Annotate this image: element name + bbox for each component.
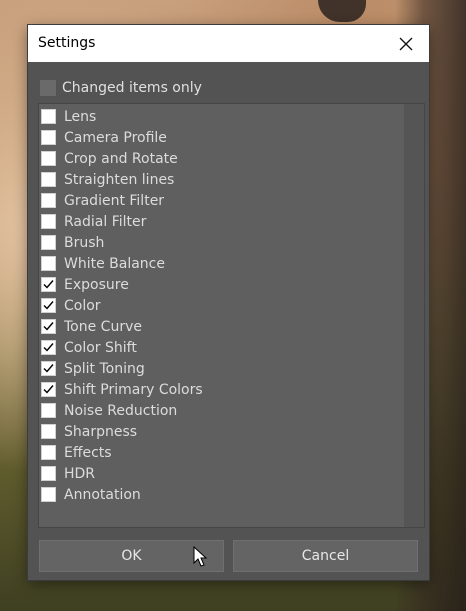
item-checkbox[interactable] (41, 466, 56, 481)
item-label: Crop and Rotate (64, 150, 178, 167)
item-checkbox[interactable] (41, 487, 56, 502)
item-checkbox[interactable] (41, 340, 56, 355)
item-checkbox[interactable] (41, 214, 56, 229)
item-label: Exposure (64, 276, 129, 293)
item-checkbox[interactable] (41, 298, 56, 313)
close-icon (399, 37, 413, 50)
changed-items-only-row[interactable]: Changed items only (40, 79, 202, 97)
list-item[interactable]: Color Shift (41, 337, 137, 358)
list-scrollbar[interactable] (404, 104, 424, 527)
item-checkbox[interactable] (41, 445, 56, 460)
item-label: Split Toning (64, 360, 145, 377)
mouse-cursor-icon (193, 546, 208, 567)
list-item[interactable]: Crop and Rotate (41, 148, 178, 169)
settings-dialog: Settings Changed items only Lens Camera P… (28, 25, 429, 580)
item-label: Effects (64, 444, 112, 461)
list-item[interactable]: Noise Reduction (41, 400, 177, 421)
list-item[interactable]: Radial Filter (41, 211, 146, 232)
item-label: HDR (64, 465, 96, 482)
item-label: Straighten lines (64, 171, 175, 188)
list-item[interactable]: Exposure (41, 274, 129, 295)
item-label: Tone Curve (64, 318, 142, 335)
checkmark-icon (43, 364, 54, 373)
item-label: Lens (64, 108, 97, 125)
checkmark-icon (43, 343, 54, 352)
item-checkbox[interactable] (41, 256, 56, 271)
list-item[interactable]: Color (41, 295, 101, 316)
item-checkbox[interactable] (41, 193, 56, 208)
item-checkbox[interactable] (41, 109, 56, 124)
changed-items-only-checkbox[interactable] (40, 80, 56, 96)
list-item[interactable]: Camera Profile (41, 127, 167, 148)
list-item[interactable]: Shift Primary Colors (41, 379, 203, 400)
list-item[interactable]: Effects (41, 442, 112, 463)
list-item[interactable]: Straighten lines (41, 169, 174, 190)
item-label: Shift Primary Colors (64, 381, 203, 398)
item-checkbox[interactable] (41, 361, 56, 376)
item-checkbox[interactable] (41, 172, 56, 187)
item-checkbox[interactable] (41, 403, 56, 418)
item-checkbox[interactable] (41, 277, 56, 292)
list-item[interactable]: Annotation (41, 484, 141, 505)
item-label: Annotation (64, 486, 141, 503)
item-label: Radial Filter (64, 213, 147, 230)
item-label: Brush (64, 234, 105, 251)
item-label: Gradient Filter (64, 192, 165, 209)
dialog-title: Settings (38, 35, 96, 51)
checkmark-icon (43, 301, 54, 310)
checkmark-icon (43, 322, 54, 331)
list-item[interactable]: Tone Curve (41, 316, 142, 337)
background-photo-hair (318, 0, 366, 22)
item-label: Camera Profile (64, 129, 167, 146)
item-checkbox[interactable] (41, 424, 56, 439)
list-item[interactable]: HDR (41, 463, 95, 484)
dialog-titlebar: Settings (28, 25, 429, 62)
cancel-button[interactable]: Cancel (233, 540, 418, 572)
list-item[interactable]: Lens (41, 106, 96, 127)
item-label: Color Shift (64, 339, 137, 356)
item-label: Color (64, 297, 101, 314)
list-item[interactable]: Brush (41, 232, 104, 253)
checkmark-icon (43, 280, 54, 289)
list-item[interactable]: Split Toning (41, 358, 145, 379)
item-label: Noise Reduction (64, 402, 178, 419)
item-checkbox[interactable] (41, 151, 56, 166)
settings-list: Lens Camera Profile Crop and Rotate Straigh… (38, 103, 425, 528)
item-checkbox[interactable] (41, 130, 56, 145)
list-item[interactable]: Sharpness (41, 421, 137, 442)
item-checkbox[interactable] (41, 319, 56, 334)
list-item[interactable]: White Balance (41, 253, 165, 274)
checkmark-icon (43, 385, 54, 394)
item-label: Sharpness (64, 423, 138, 440)
item-checkbox[interactable] (41, 382, 56, 397)
changed-items-only-label: Changed items only (62, 80, 202, 96)
close-button[interactable] (383, 25, 429, 62)
list-item[interactable]: Gradient Filter (41, 190, 164, 211)
item-label: White Balance (64, 255, 165, 272)
item-checkbox[interactable] (41, 235, 56, 250)
